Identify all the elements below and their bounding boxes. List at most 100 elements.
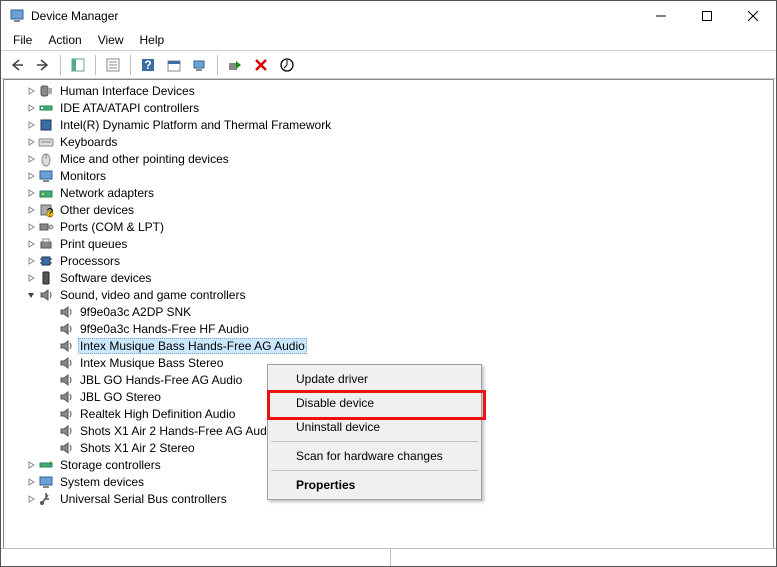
toolbar-divider xyxy=(217,55,218,75)
ctx-scan-hardware[interactable]: Scan for hardware changes xyxy=(270,444,479,468)
ctx-uninstall-device[interactable]: Uninstall device xyxy=(270,415,479,439)
tree-category[interactable]: Sound, video and game controllers xyxy=(4,286,773,303)
tree-category-label: Other devices xyxy=(58,203,136,217)
tree-category-label: Mice and other pointing devices xyxy=(58,152,231,166)
tree-device-label: JBL GO Stereo xyxy=(78,390,163,404)
back-button[interactable] xyxy=(5,54,29,76)
tree-device-label: Intex Musique Bass Hands-Free AG Audio xyxy=(78,338,307,354)
context-menu: Update driver Disable device Uninstall d… xyxy=(267,364,482,500)
uninstall-button[interactable] xyxy=(249,54,273,76)
sys-icon xyxy=(38,474,54,490)
maximize-button[interactable] xyxy=(684,1,730,31)
mon-icon xyxy=(38,168,54,184)
enable-button[interactable] xyxy=(223,54,247,76)
stor-icon xyxy=(38,457,54,473)
minimize-button[interactable] xyxy=(638,1,684,31)
show-hide-button[interactable] xyxy=(66,54,90,76)
tree-device-label: Intex Musique Bass Stereo xyxy=(78,356,225,370)
tree-category-label: Monitors xyxy=(58,169,108,183)
expand-icon[interactable] xyxy=(24,101,38,115)
tree-category-label: Processors xyxy=(58,254,122,268)
speaker-icon xyxy=(58,440,74,456)
tree-category[interactable]: Intel(R) Dynamic Platform and Thermal Fr… xyxy=(4,116,773,133)
close-button[interactable] xyxy=(730,1,776,31)
speaker-icon xyxy=(58,355,74,371)
expand-icon[interactable] xyxy=(24,220,38,234)
window-title: Device Manager xyxy=(31,9,638,23)
expand-icon[interactable] xyxy=(24,458,38,472)
expand-icon[interactable] xyxy=(24,203,38,217)
mouse-icon xyxy=(38,151,54,167)
expand-icon[interactable] xyxy=(24,237,38,251)
toolbar-divider xyxy=(60,55,61,75)
expand-icon[interactable] xyxy=(24,186,38,200)
tree-category-label: Universal Serial Bus controllers xyxy=(58,492,229,506)
tree-category-label: IDE ATA/ATAPI controllers xyxy=(58,101,201,115)
expand-icon[interactable] xyxy=(24,492,38,506)
net-icon xyxy=(38,185,54,201)
expand-icon[interactable] xyxy=(24,84,38,98)
toolbar-divider xyxy=(130,55,131,75)
svg-text:?: ? xyxy=(47,205,54,218)
menu-view[interactable]: View xyxy=(90,31,132,50)
intel-icon xyxy=(38,117,54,133)
speaker-icon xyxy=(58,304,74,320)
tree-category-label: Sound, video and game controllers xyxy=(58,288,247,302)
speaker-icon xyxy=(58,406,74,422)
speaker-icon xyxy=(58,338,74,354)
forward-button[interactable] xyxy=(31,54,55,76)
speaker-icon xyxy=(58,321,74,337)
menu-help[interactable]: Help xyxy=(132,31,173,50)
tree-category[interactable]: Human Interface Devices xyxy=(4,82,773,99)
tree-category[interactable]: Keyboards xyxy=(4,133,773,150)
kbd-icon xyxy=(38,134,54,150)
print-icon xyxy=(38,236,54,252)
tree-category[interactable]: Software devices xyxy=(4,269,773,286)
expand-icon[interactable] xyxy=(24,169,38,183)
ctx-disable-device[interactable]: Disable device xyxy=(270,391,479,415)
properties-button[interactable] xyxy=(101,54,125,76)
update-driver-button[interactable] xyxy=(275,54,299,76)
ide-icon xyxy=(38,100,54,116)
menu-action[interactable]: Action xyxy=(40,31,89,50)
tree-device-label: 9f9e0a3c A2DP SNK xyxy=(78,305,193,319)
action-button[interactable] xyxy=(162,54,186,76)
tree-category[interactable]: Ports (COM & LPT) xyxy=(4,218,773,235)
tree-category[interactable]: ? Other devices xyxy=(4,201,773,218)
expand-icon[interactable] xyxy=(24,271,38,285)
tree-category[interactable]: Print queues xyxy=(4,235,773,252)
expand-icon[interactable] xyxy=(24,475,38,489)
tree-device[interactable]: Intex Musique Bass Hands-Free AG Audio xyxy=(4,337,773,354)
tree-category[interactable]: Mice and other pointing devices xyxy=(4,150,773,167)
usb-icon xyxy=(38,491,54,507)
tree-category[interactable]: Processors xyxy=(4,252,773,269)
expand-icon[interactable] xyxy=(24,135,38,149)
menu-file[interactable]: File xyxy=(5,31,40,50)
tree-device[interactable]: 9f9e0a3c Hands-Free HF Audio xyxy=(4,320,773,337)
tree-device-label: Realtek High Definition Audio xyxy=(78,407,237,421)
ctx-divider xyxy=(271,470,478,471)
tree-category[interactable]: Network adapters xyxy=(4,184,773,201)
expand-icon[interactable] xyxy=(24,152,38,166)
tree-category[interactable]: IDE ATA/ATAPI controllers xyxy=(4,99,773,116)
titlebar: Device Manager xyxy=(1,1,776,31)
ctx-properties[interactable]: Properties xyxy=(270,473,479,497)
help-button[interactable]: ? xyxy=(136,54,160,76)
ctx-update-driver[interactable]: Update driver xyxy=(270,367,479,391)
expand-icon[interactable] xyxy=(24,118,38,132)
tree-device-label: Shots X1 Air 2 Stereo xyxy=(78,441,197,455)
tree-category-label: Software devices xyxy=(58,271,153,285)
tree-category-label: Ports (COM & LPT) xyxy=(58,220,166,234)
tree-category-label: Human Interface Devices xyxy=(58,84,197,98)
port-icon xyxy=(38,219,54,235)
expand-icon[interactable] xyxy=(24,254,38,268)
tree-category[interactable]: Monitors xyxy=(4,167,773,184)
speaker-icon xyxy=(58,389,74,405)
tree-device[interactable]: 9f9e0a3c A2DP SNK xyxy=(4,303,773,320)
snd-icon xyxy=(38,287,54,303)
speaker-icon xyxy=(58,372,74,388)
collapse-icon[interactable] xyxy=(24,288,38,302)
tree-category-label: Storage controllers xyxy=(58,458,163,472)
tree-category-label: Keyboards xyxy=(58,135,119,149)
scan-hardware-button[interactable] xyxy=(188,54,212,76)
